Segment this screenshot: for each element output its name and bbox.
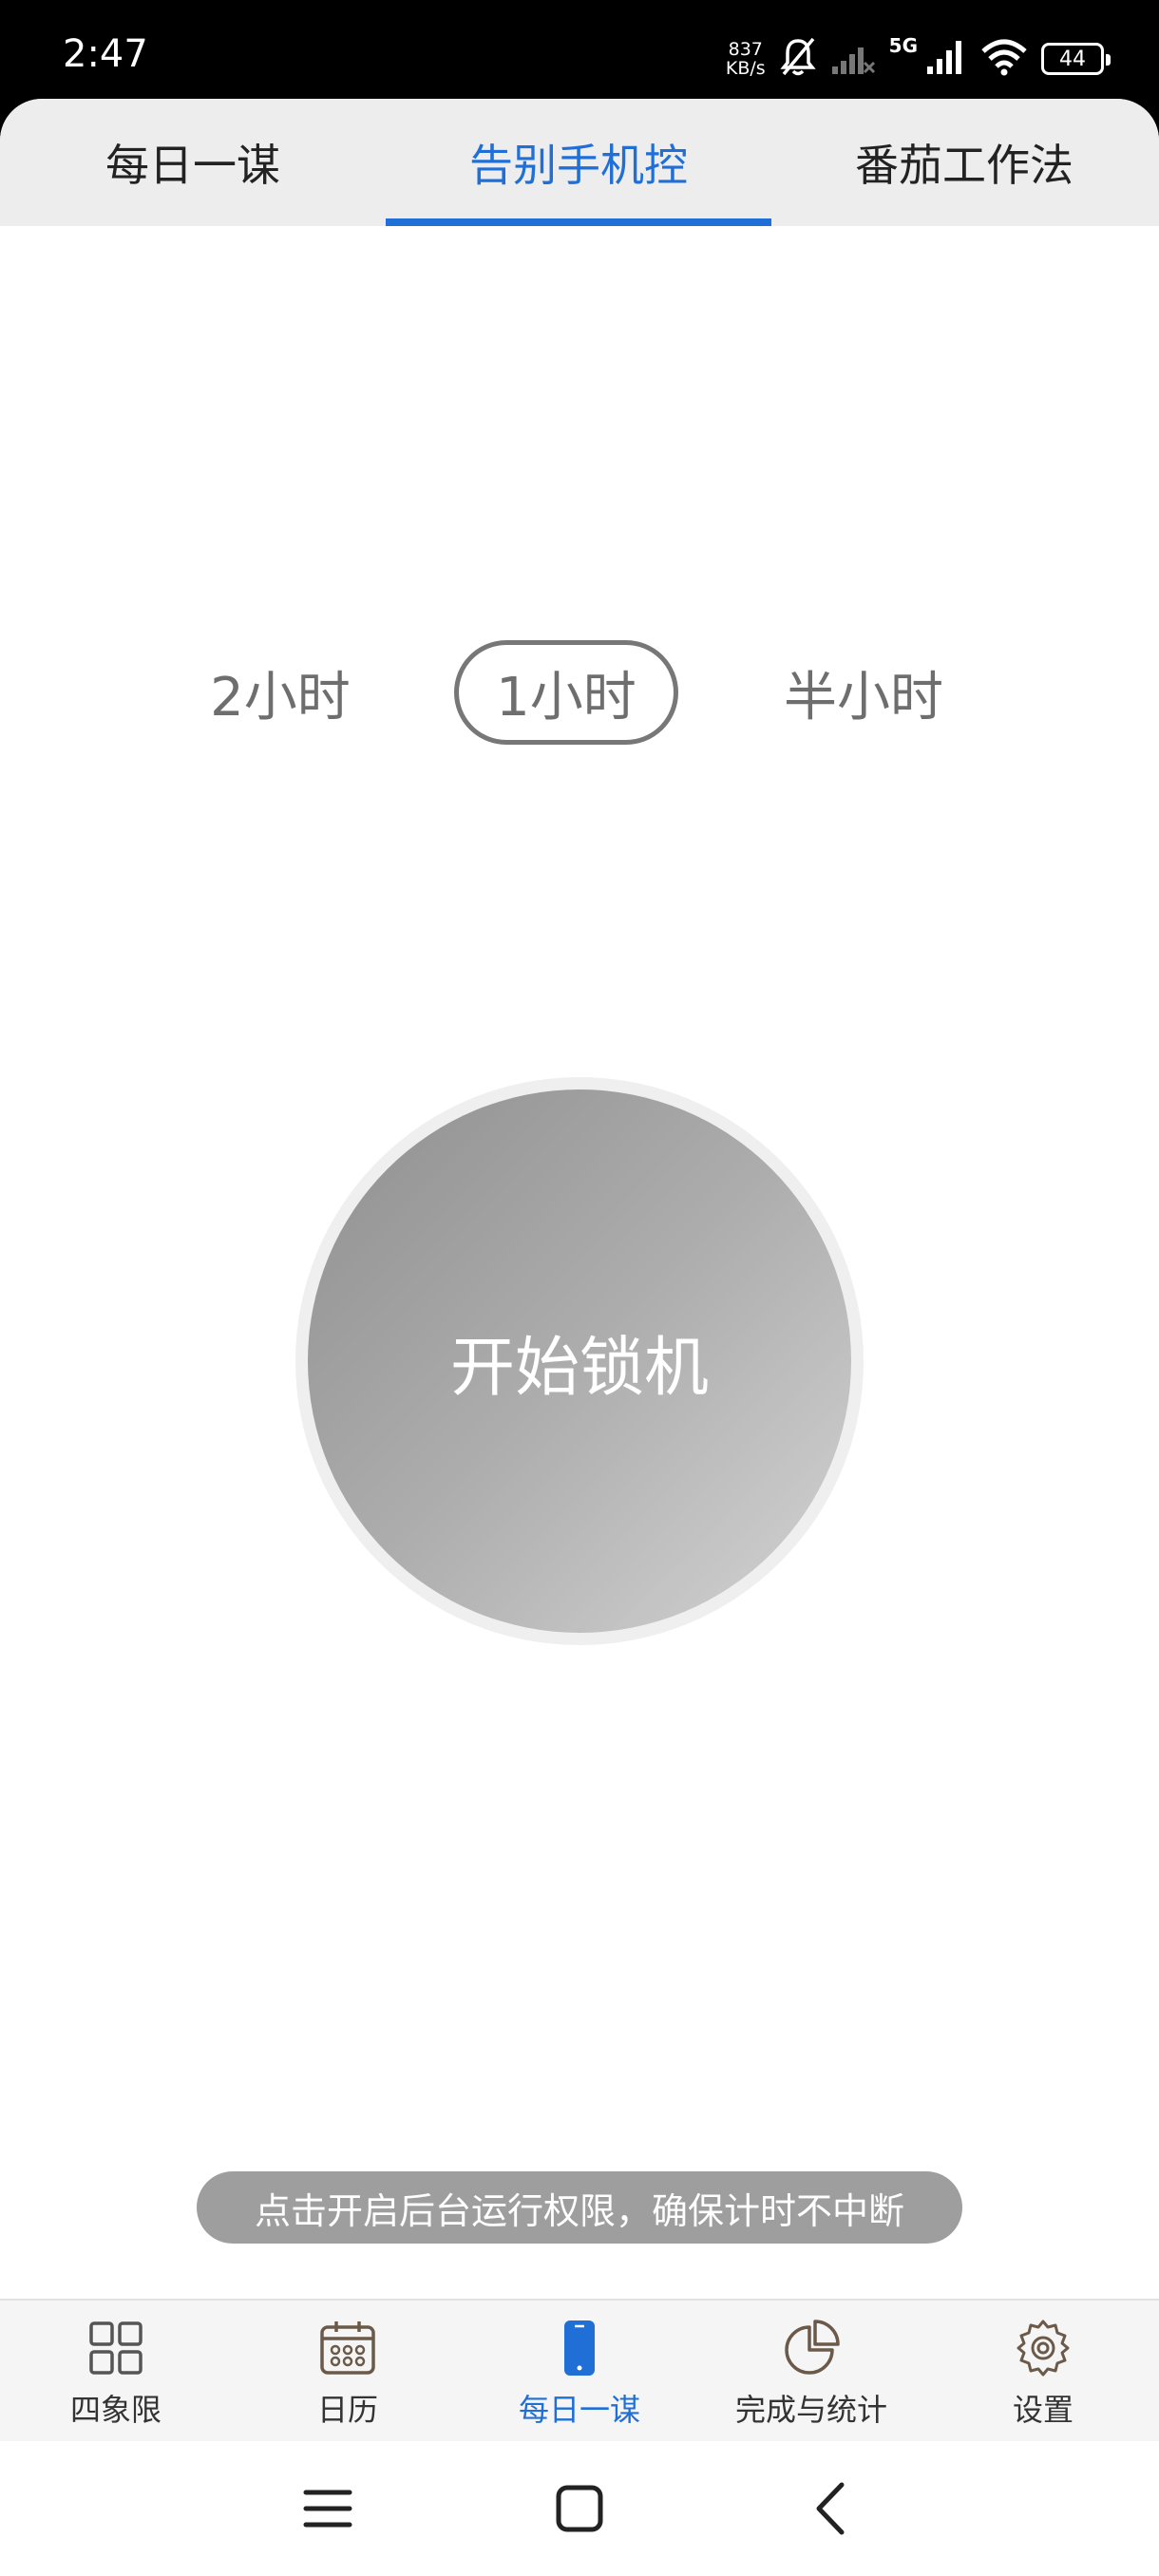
tab-daily-plan[interactable]: 每日一谋 [0,99,386,226]
gear-icon [1013,2318,1074,2378]
nav-daily-plan[interactable]: 每日一谋 [464,2301,695,2443]
system-nav-bar [0,2441,1159,2576]
signal-no-sim-icon [830,38,876,80]
top-tab-bar: 每日一谋 告别手机控 番茄工作法 [0,99,1159,226]
grid-icon [86,2318,146,2378]
calendar-icon [317,2318,378,2378]
nav-quadrants[interactable]: 四象限 [0,2301,232,2443]
phone-icon [549,2318,610,2378]
status-icons: 837 KB/s 5G 44 [726,30,1112,87]
battery-indicator: 44 [1041,43,1111,75]
network-speed-unit: KB/s [725,58,766,79]
nav-label: 日历 [316,2392,378,2428]
network-type: 5G [888,34,918,57]
bottom-nav-bar: 四象限 日历 每日一谋 完成与统计 设置 [0,2299,1159,2441]
home-icon[interactable] [546,2475,613,2542]
status-bar: 2:47 837 KB/s 5G 44 [0,0,1159,104]
nav-label: 每日一谋 [518,2392,640,2428]
duration-option-30min[interactable]: 半小时 [766,640,961,745]
start-lock-label: 开始锁机 [449,1330,709,1406]
network-speed-value: 837 [728,39,763,60]
wifi-icon [980,38,1028,80]
phone-screen: 2:47 837 KB/s 5G 44 每日一谋 告别手机控 番茄工作法 2小时… [0,0,1159,2576]
duration-option-2h[interactable]: 2小时 [190,640,370,745]
signal-icon [925,38,967,80]
nav-statistics[interactable]: 完成与统计 [695,2301,927,2443]
network-speed: 837 KB/s [726,40,766,78]
background-permission-hint[interactable]: 点击开启后台运行权限，确保计时不中断 [197,2171,962,2244]
nav-label: 四象限 [69,2392,162,2428]
back-icon[interactable] [798,2475,864,2542]
bell-muted-icon [779,36,817,82]
nav-label: 设置 [1012,2392,1074,2428]
app-content: 每日一谋 告别手机控 番茄工作法 2小时 1小时 半小时 开始锁机 点击开启后台… [0,99,1159,2576]
tab-phone-detox[interactable]: 告别手机控 [386,99,771,226]
tab-active-indicator [386,218,771,226]
pie-chart-icon [781,2318,842,2378]
nav-calendar[interactable]: 日历 [232,2301,464,2443]
nav-settings[interactable]: 设置 [927,2301,1159,2443]
tab-pomodoro[interactable]: 番茄工作法 [771,99,1157,226]
start-lock-button[interactable]: 开始锁机 [308,1089,851,1633]
battery-level: 44 [1059,47,1086,71]
status-time: 2:47 [63,32,148,76]
nav-label: 完成与统计 [734,2392,887,2428]
menu-icon[interactable] [294,2475,361,2542]
duration-option-1h[interactable]: 1小时 [454,640,678,745]
